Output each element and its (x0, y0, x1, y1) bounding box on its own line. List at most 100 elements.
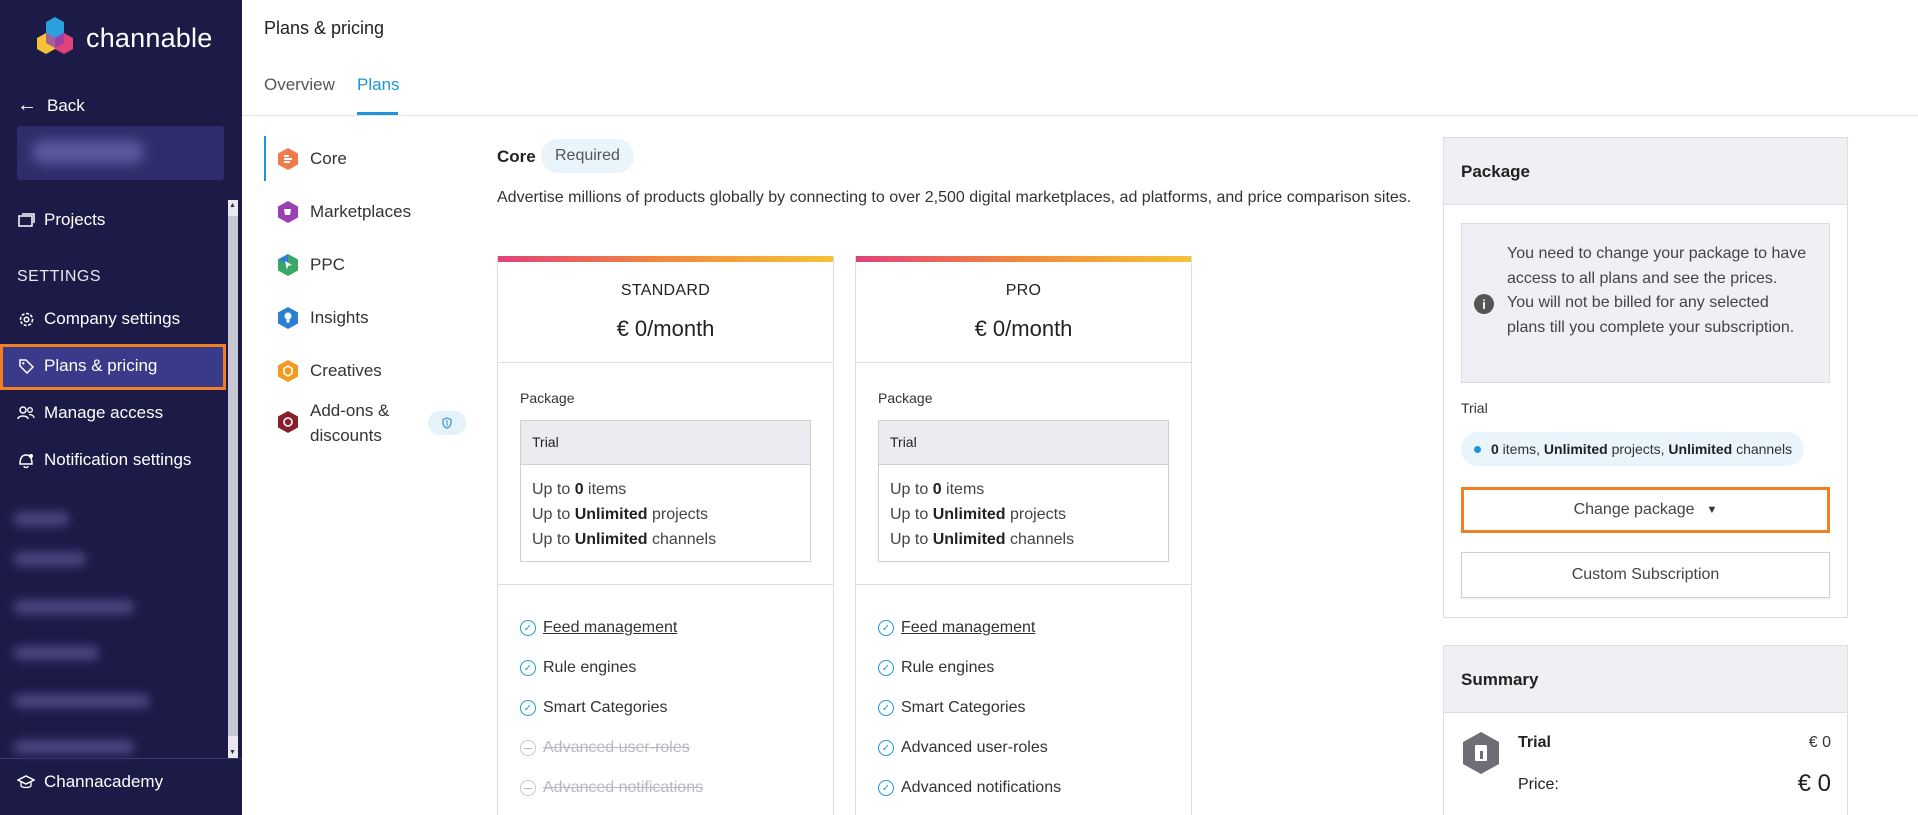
package-box: Trial Up to 0 items Up to Unlimited proj… (520, 420, 811, 562)
projects-icon (17, 211, 35, 229)
empty-circle-icon: ✓ (520, 780, 536, 796)
tag-icon (17, 357, 35, 375)
feature-item: ✓ Advanced notifications (878, 779, 1061, 797)
sidebar-item-plans-pricing[interactable]: Plans & pricing (17, 356, 157, 376)
arrow-left-icon: ← (17, 94, 37, 116)
feature-item: ✓ Feed management (520, 619, 677, 637)
blurred-account-name (33, 140, 143, 164)
sidebar-item-manage-access[interactable]: Manage access (17, 403, 163, 423)
settings-heading: SETTINGS (17, 268, 102, 285)
channable-logo[interactable]: channable (32, 15, 212, 61)
sidebar-item-channacademy[interactable]: Channacademy (17, 772, 163, 792)
scroll-up-icon[interactable]: ▲ (229, 202, 236, 209)
summary-panel-title: Summary (1444, 646, 1847, 713)
plan-nav-item-insights[interactable]: Insights (264, 306, 369, 330)
package-channels-line: Up to Unlimited channels (532, 531, 717, 548)
section-title: Core (497, 147, 536, 166)
plan-price: € 0/month (974, 316, 1073, 341)
feature-item: ✓ Smart Categories (520, 699, 668, 717)
feature-item: ✓ Advanced user-roles (878, 739, 1048, 757)
plan-nav-item-creatives[interactable]: Creatives (264, 359, 382, 383)
plan-nav-label: Add-ons & discounts (310, 398, 389, 448)
plan-nav-item-marketplaces[interactable]: Marketplaces (264, 200, 411, 224)
back-link[interactable]: ← Back (17, 94, 85, 117)
check-circle-icon: ✓ (520, 660, 536, 676)
tab-plans[interactable]: Plans (357, 75, 400, 95)
card-divider (498, 584, 833, 585)
package-name: Trial (879, 421, 1168, 465)
plan-nav-item-addons[interactable]: Add-ons & discounts (264, 398, 389, 448)
check-circle-icon: ✓ (878, 780, 894, 796)
sidebar-scrollbar[interactable]: ▲ ▼ (228, 200, 238, 758)
plan-nav-label: Creatives (310, 361, 382, 380)
package-label: Package (878, 390, 933, 406)
plan-name: PRO (1005, 282, 1042, 299)
custom-subscription-button[interactable]: Custom Subscription (1461, 552, 1830, 598)
sidebar-item-projects[interactable]: Projects (17, 210, 105, 230)
info-notice: i You need to change your package to hav… (1461, 223, 1830, 383)
check-circle-icon: ✓ (878, 660, 894, 676)
tab-overview[interactable]: Overview (264, 75, 335, 95)
change-package-button[interactable]: Change package ▼ (1461, 487, 1830, 533)
scroll-down-icon[interactable]: ▼ (229, 749, 236, 756)
notification-icon (17, 451, 35, 469)
sidebar-item-company-settings[interactable]: Company settings (17, 309, 180, 329)
summary-price-label: Price: (1518, 776, 1559, 793)
blurred-project-item[interactable] (14, 600, 134, 614)
feature-item: ✓ Smart Categories (878, 699, 1026, 717)
caret-down-icon: ▼ (1706, 504, 1718, 516)
package-items-line: Up to 0 items (890, 481, 985, 498)
package-channels-line: Up to Unlimited channels (890, 531, 1075, 548)
graduation-cap-icon (17, 773, 35, 791)
blurred-project-item[interactable] (14, 740, 134, 754)
sidebar-item-label: Plans & pricing (44, 356, 158, 375)
scrollbar-thumb[interactable] (228, 216, 238, 736)
package-panel-title: Package (1444, 138, 1847, 205)
sidebar-item-label: Notification settings (44, 450, 192, 469)
sidebar-divider (0, 758, 242, 759)
sidebar-item-label: Company settings (44, 309, 181, 328)
plan-nav-item-core[interactable]: Core (264, 147, 347, 171)
sidebar-item-notification-settings[interactable]: Notification settings (17, 450, 191, 470)
gear-icon (17, 310, 35, 328)
feature-item: ✓ Feed management (878, 619, 1035, 637)
package-items-line: Up to 0 items (532, 481, 627, 498)
check-circle-icon: ✓ (878, 740, 894, 756)
sidebar-item-label: Manage access (44, 403, 164, 422)
card-divider (498, 362, 833, 363)
plan-card-pro: PRO € 0/month Package Trial Up to 0 item… (855, 256, 1192, 815)
back-label: Back (47, 95, 85, 115)
card-gradient-bar (498, 256, 833, 262)
summary-price-value: € 0 (1797, 770, 1831, 797)
check-circle-icon: ✓ (520, 620, 536, 636)
blurred-project-item[interactable] (14, 694, 149, 708)
plan-nav-item-ppc[interactable]: PPC (264, 253, 345, 277)
blurred-project-item[interactable] (14, 646, 99, 660)
summary-trial-label: Trial (1518, 734, 1551, 751)
shield-badge-icon (428, 411, 466, 435)
marketplaces-icon (278, 201, 298, 223)
status-dot (1474, 446, 1481, 453)
feature-item-unavailable: ✓Advanced notifications (520, 779, 703, 797)
required-badge: Required (541, 139, 634, 173)
page-title: Plans & pricing (264, 18, 385, 38)
plan-nav-label-line: Add-ons & (310, 401, 390, 420)
package-projects-line: Up to Unlimited projects (532, 506, 709, 523)
blurred-project-item[interactable] (14, 552, 86, 566)
package-name: Trial (521, 421, 810, 465)
plan-price: € 0/month (616, 316, 715, 341)
account-selector[interactable] (17, 126, 224, 180)
insights-icon (278, 307, 298, 329)
info-text: You need to change your package to have … (1507, 245, 1807, 336)
blurred-project-item[interactable] (14, 512, 69, 526)
creatives-icon (278, 360, 298, 382)
feature-item: ✓ Rule engines (520, 659, 636, 677)
feature-link[interactable]: Feed management (901, 619, 1035, 637)
package-projects-line: Up to Unlimited projects (890, 506, 1067, 523)
core-icon (278, 148, 298, 170)
addons-icon (278, 411, 298, 433)
feature-link[interactable]: Feed management (543, 619, 677, 637)
summary-panel: Summary Trial € 0 Price: € 0 (1443, 645, 1848, 815)
users-icon (17, 404, 35, 422)
summary-trial-value: € 0 (1808, 734, 1831, 751)
